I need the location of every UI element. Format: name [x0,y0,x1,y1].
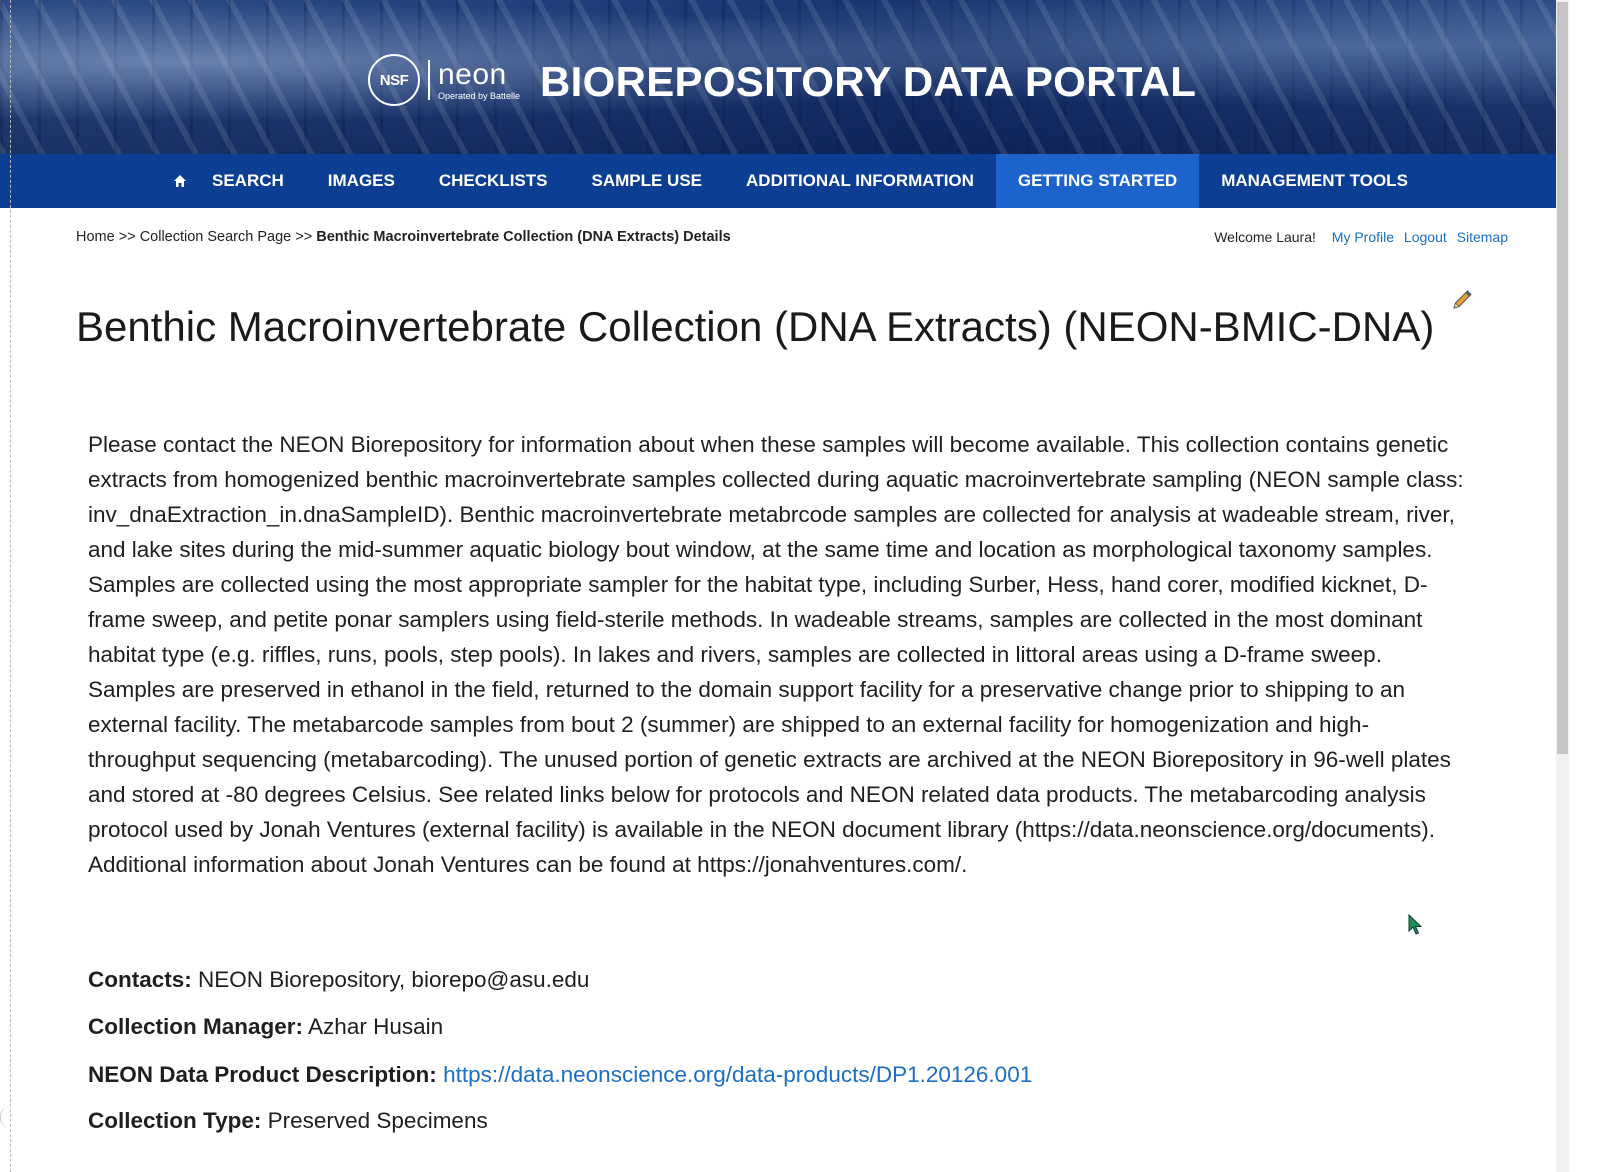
data-product-field: NEON Data Product Description: https://d… [88,1062,1032,1088]
collection-manager-label: Collection Manager: [88,1014,304,1039]
breadcrumb-collection-search-link[interactable]: Collection Search Page [140,229,292,245]
collection-type-label: Collection Type: [88,1108,262,1133]
neon-logo-word: neon [438,57,507,91]
nsf-logo: NSF [368,54,420,106]
collection-description: Please contact the NEON Biorepository fo… [88,432,1464,877]
nav-home-link[interactable] [170,154,190,208]
collection-manager-value: Azhar Husain [308,1014,444,1039]
nav-item-getting-started[interactable]: GETTING STARTED [995,154,1200,208]
nav-item-management-tools[interactable]: MANAGEMENT TOOLS [1199,154,1430,208]
logout-link[interactable]: Logout [1404,229,1447,245]
breadcrumb: Home >> Collection Search Page >> Benthi… [76,229,731,245]
data-product-label: NEON Data Product Description: [88,1062,437,1087]
vertical-scrollbar[interactable] [1556,0,1569,1172]
scrollbar-thumb[interactable] [1557,2,1568,754]
contacts-label: Contacts: [88,967,192,992]
header-banner: NSF neon Operated by Battelle BIOREPOSIT… [0,0,1556,154]
breadcrumb-home-link[interactable]: Home [76,229,115,245]
contacts-field: Contacts: NEON Biorepository, biorepo@as… [88,967,589,993]
nav-item-images[interactable]: IMAGES [306,154,417,208]
user-bar: Welcome Laura! My Profile Logout Sitemap [1214,229,1508,245]
collection-type-field: Collection Type: Preserved Specimens [88,1108,488,1134]
brand-logos[interactable]: NSF neon Operated by Battelle [368,54,520,106]
page-title: Benthic Macroinvertebrate Collection (DN… [76,303,1435,350]
my-profile-link[interactable]: My Profile [1332,229,1394,245]
contacts-value: NEON Biorepository, biorepo@asu.edu [198,967,590,992]
neon-logo-subtitle: Operated by Battelle [438,90,521,101]
welcome-text: Welcome Laura! [1214,229,1316,245]
logo-divider [428,60,430,100]
portal-title: BIOREPOSITORY DATA PORTAL [540,58,1197,105]
nav-item-additional-information[interactable]: ADDITIONAL INFORMATION [724,154,996,208]
mouse-cursor [1408,913,1424,936]
breadcrumb-separator: >> [295,229,313,245]
breadcrumb-separator: >> [118,229,136,245]
main-nav: SEARCH IMAGES CHECKLISTS SAMPLE USE ADDI… [0,154,1556,208]
neon-logo: neon Operated by Battelle [438,57,521,101]
sitemap-link[interactable]: Sitemap [1457,229,1508,245]
collection-manager-field: Collection Manager: Azhar Husain [88,1014,443,1040]
left-guide-line [10,0,11,1172]
mouse-cursor-icon [1408,913,1423,935]
nav-item-sample-use[interactable]: SAMPLE USE [569,154,724,208]
nav-item-search[interactable]: SEARCH [190,154,306,208]
page: NSF neon Operated by Battelle BIOREPOSIT… [0,0,1611,1172]
nav-items: SEARCH IMAGES CHECKLISTS SAMPLE USE ADDI… [190,154,1430,208]
data-product-link[interactable]: https://data.neonscience.org/data-produc… [443,1062,1032,1087]
breadcrumb-current: Benthic Macroinvertebrate Collection (DN… [316,229,731,245]
right-margin [1569,0,1611,1172]
collection-type-value: Preserved Specimens [267,1108,488,1133]
home-icon [174,175,186,187]
nav-item-checklists[interactable]: CHECKLISTS [417,154,570,208]
